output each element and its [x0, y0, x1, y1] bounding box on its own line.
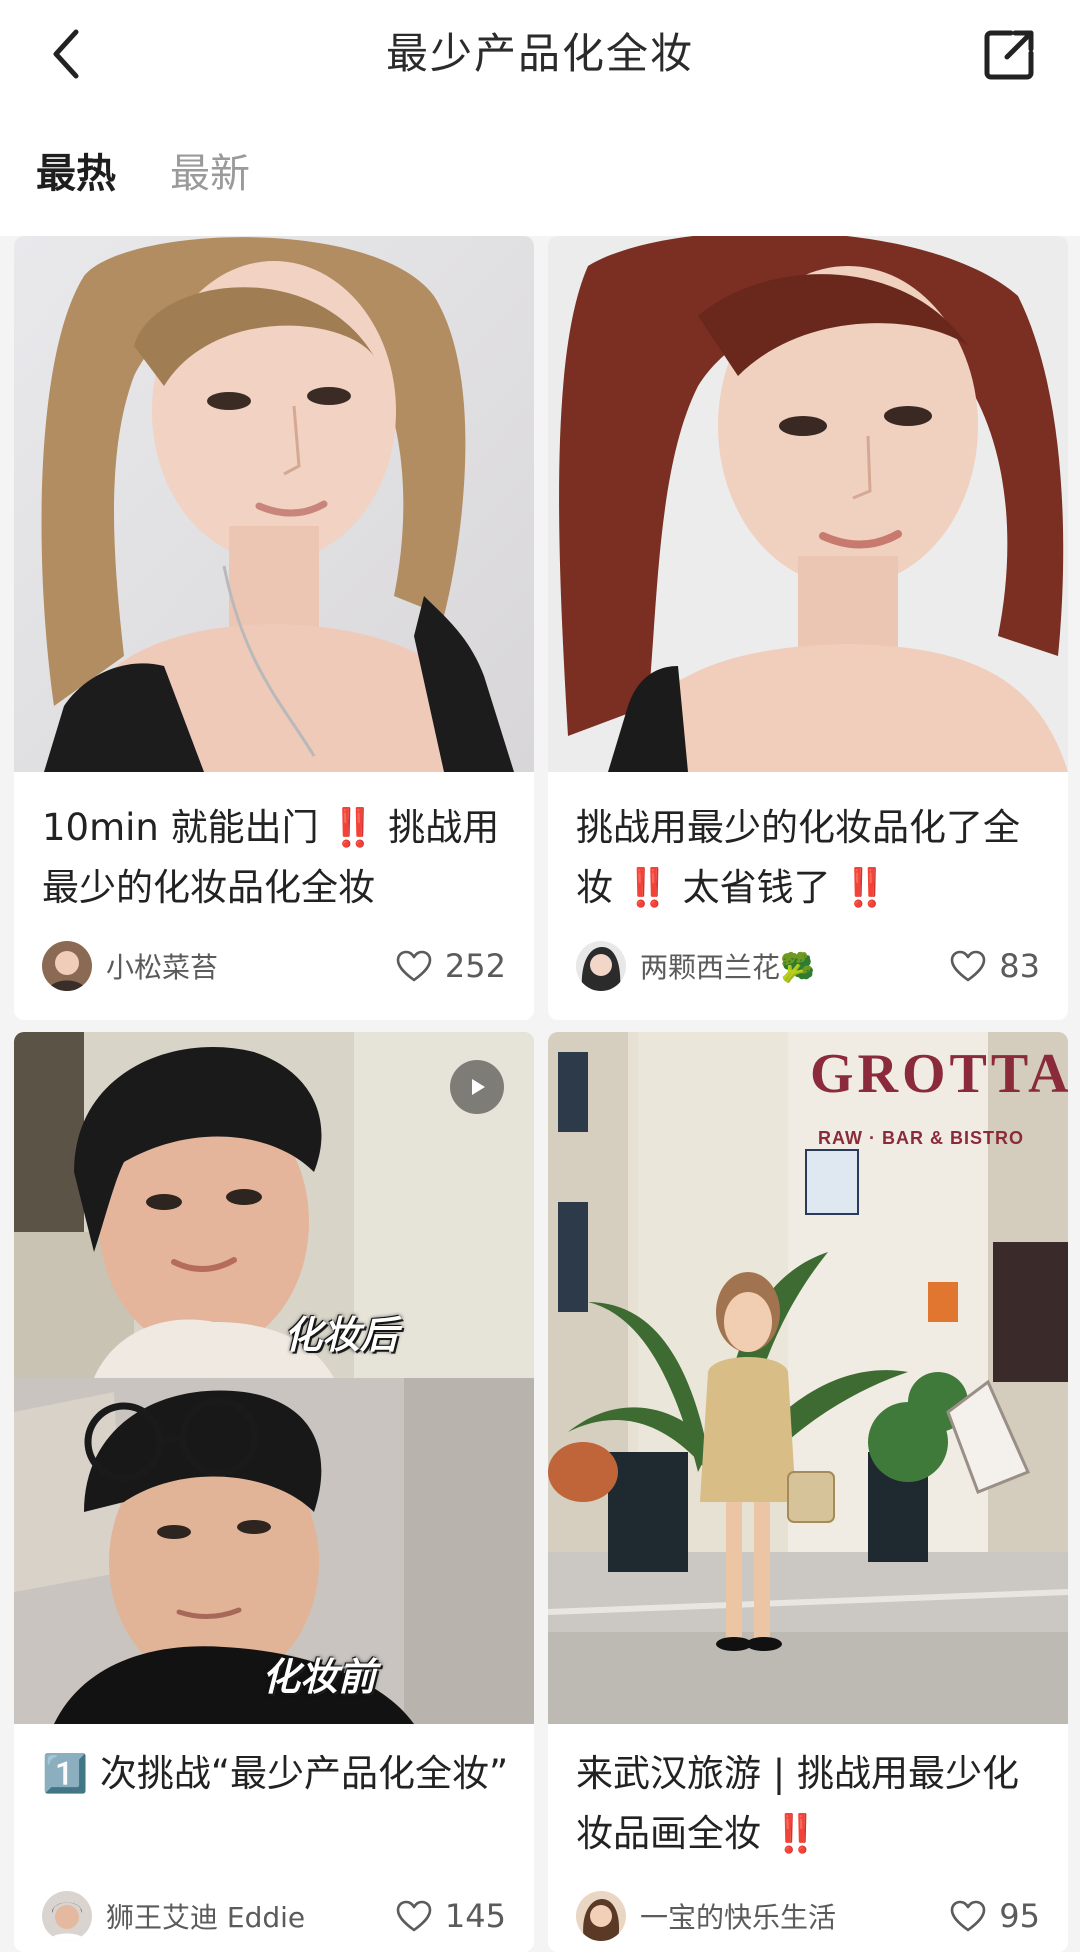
note-card[interactable]: GROTTA RAW · BAR & BISTRO 来武汉旅游 | 挑战用最少化… [548, 1032, 1068, 1952]
note-cover-image [548, 236, 1068, 772]
heart-icon [950, 950, 986, 982]
author-row: 一宝的快乐生活 95 [576, 1890, 1040, 1942]
sign-subtext: RAW · BAR & BISTRO [818, 1128, 1024, 1148]
video-play-icon [450, 1060, 504, 1114]
heart-icon [396, 950, 432, 982]
before-makeup-label: 化妆前 [262, 1655, 377, 1699]
like-count: 252 [444, 947, 506, 985]
note-cover-image [14, 236, 534, 772]
note-card[interactable]: 10min 就能出门 ‼️ 挑战用最少的化妆品化全妆 小松菜苔 252 [14, 236, 534, 1020]
note-title: 来武汉旅游 | 挑战用最少化妆品画全妆 ‼️ [576, 1744, 1044, 1864]
top-bar: 最少产品化全妆 最热 最新 [0, 0, 1080, 236]
heart-icon [950, 1900, 986, 1932]
title-text: 10min 就能出门 [42, 806, 331, 849]
author-name[interactable]: 一宝的快乐生活 [640, 1896, 949, 1936]
author-row: 狮王艾迪 Eddie 145 [42, 1890, 506, 1942]
note-card[interactable]: 挑战用最少的化妆品化了全妆 ‼️ 太省钱了 ‼️ 两颗西兰花🥦 83 [548, 236, 1068, 1020]
share-external-icon [984, 30, 1034, 80]
sign-text: GROTTA [810, 1043, 1068, 1105]
like-count: 83 [999, 947, 1040, 985]
note-cover-image: 化妆后 化妆前 [14, 1032, 534, 1724]
author-row: 两颗西兰花🥦 83 [576, 940, 1040, 992]
author-name[interactable]: 小松菜苔 [106, 946, 395, 986]
double-exclamation-icon: ‼️ [624, 866, 671, 909]
author-name[interactable]: 两颗西兰花🥦 [640, 946, 949, 986]
share-button[interactable] [976, 22, 1042, 88]
heart-icon [396, 1900, 432, 1932]
page-title: 最少产品化全妆 [385, 29, 694, 78]
double-exclamation-icon: ‼️ [772, 1812, 819, 1855]
author-row: 小松菜苔 252 [42, 940, 506, 992]
like-button[interactable]: 83 [949, 947, 1040, 985]
title-text: 太省钱了 [670, 866, 843, 909]
after-makeup-label: 化妆后 [284, 1313, 399, 1357]
avatar[interactable] [42, 941, 92, 991]
avatar[interactable] [576, 941, 626, 991]
tab-newest[interactable]: 最新 [170, 146, 250, 202]
tab-hottest[interactable]: 最热 [36, 146, 116, 202]
like-button[interactable]: 95 [949, 1897, 1040, 1935]
note-cover-image: GROTTA RAW · BAR & BISTRO [548, 1032, 1068, 1724]
double-exclamation-icon: ‼️ [330, 806, 377, 849]
note-card[interactable]: 化妆后 化妆前 1️⃣ 次挑战“最少产品化全妆” 狮王艾迪 Eddie 145 [14, 1032, 534, 1952]
like-count: 95 [999, 1897, 1040, 1935]
like-button[interactable]: 145 [395, 1897, 506, 1935]
double-exclamation-icon: ‼️ [842, 866, 889, 909]
sort-tabs: 最热 最新 [36, 146, 250, 202]
like-count: 145 [444, 1897, 506, 1935]
author-name[interactable]: 狮王艾迪 Eddie [106, 1896, 395, 1936]
like-button[interactable]: 252 [395, 947, 506, 985]
note-title: 挑战用最少的化妆品化了全妆 ‼️ 太省钱了 ‼️ [576, 798, 1044, 918]
note-title: 1️⃣ 次挑战“最少产品化全妆” [42, 1752, 509, 1795]
note-title: 10min 就能出门 ‼️ 挑战用最少的化妆品化全妆 [42, 798, 510, 918]
